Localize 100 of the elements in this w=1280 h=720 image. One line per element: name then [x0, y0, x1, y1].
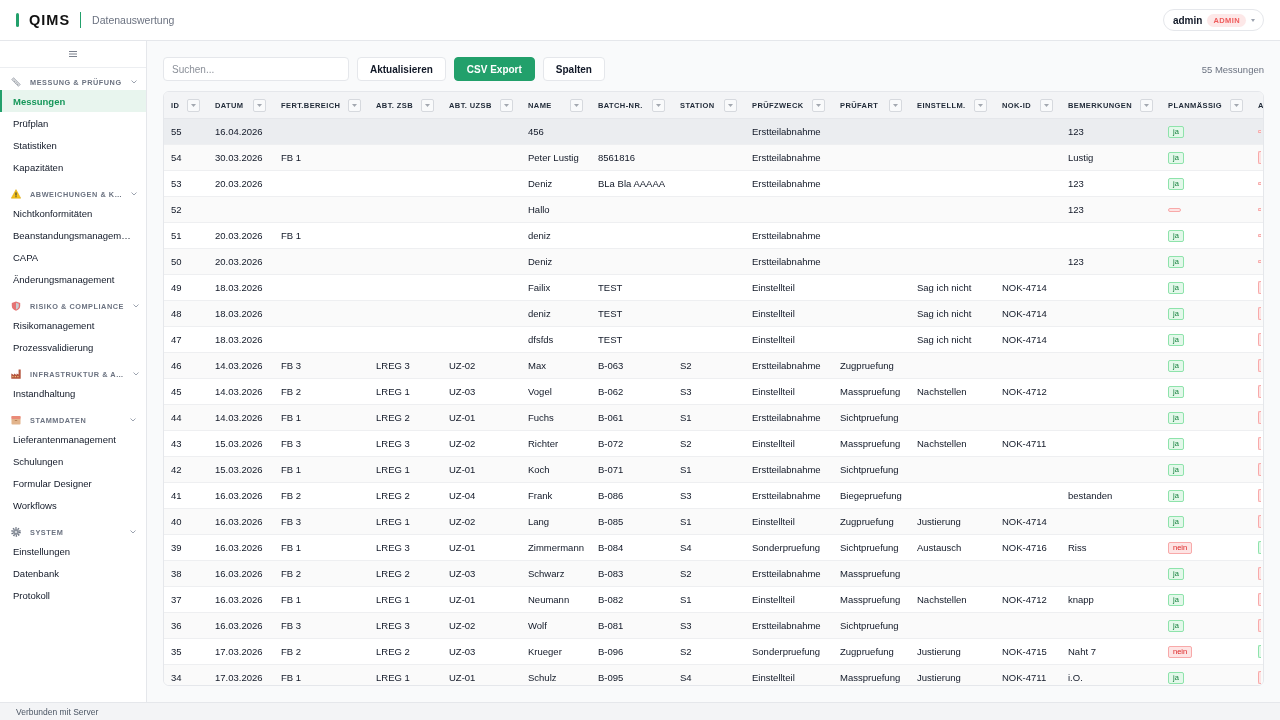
- table-cell: LREG 3: [376, 438, 410, 449]
- filter-button[interactable]: [974, 98, 987, 112]
- caret-down-icon: [1144, 103, 1149, 107]
- table-cell: 20.03.2026: [215, 230, 263, 241]
- table-cell: Neumann: [528, 594, 570, 605]
- app-logo: QIMS: [29, 12, 71, 28]
- nav-item[interactable]: Nichtkonformitäten: [0, 202, 146, 224]
- nav-item[interactable]: Einstellungen: [0, 540, 146, 562]
- warning-icon: [11, 189, 21, 199]
- table-cell: 37: [171, 594, 182, 605]
- table-cell: Masspruefung: [840, 594, 901, 605]
- table-cell: TEST: [598, 308, 623, 319]
- chevron-down-icon[interactable]: [131, 192, 138, 196]
- table-cell: Deniz: [528, 178, 553, 189]
- caret-down-icon: [1251, 18, 1255, 22]
- filter-button[interactable]: [1140, 98, 1153, 112]
- table-cell: FB 1: [281, 230, 302, 241]
- filter-button[interactable]: [187, 98, 200, 112]
- menu-button[interactable]: [69, 51, 77, 57]
- table-cell: 123: [1068, 126, 1084, 137]
- toolbar-button[interactable]: Spalten: [542, 57, 605, 81]
- table-cell: S2: [680, 438, 692, 449]
- chevron-down-icon[interactable]: [132, 304, 139, 308]
- nav-item[interactable]: Workflows: [0, 494, 146, 516]
- table-cell: S1: [680, 594, 692, 605]
- table-cell: UZ-03: [449, 646, 476, 657]
- nav-item[interactable]: Kapazitäten: [0, 156, 146, 178]
- table-cell: FB 2: [281, 490, 302, 501]
- table-cell: Justierung: [917, 516, 961, 527]
- table-cell: LREG 2: [376, 412, 410, 423]
- table-cell: Einstellteil: [752, 438, 795, 449]
- table-cell: FB 3: [281, 360, 302, 371]
- table-row[interactable]: 52 Hallo 123: [164, 197, 1263, 223]
- nav-item[interactable]: Risikomanagement: [0, 314, 146, 336]
- table-cell: 14.03.2026: [215, 386, 263, 397]
- filter-button[interactable]: [348, 98, 361, 112]
- nav-item[interactable]: Protokoll: [0, 584, 146, 606]
- nav-item[interactable]: Beanstandungsmanagem…: [0, 224, 146, 246]
- table-cell: NOK-4714: [1002, 308, 1047, 319]
- table-cell: Peter Lustig: [528, 152, 579, 163]
- nav-item[interactable]: Datenbank: [0, 562, 146, 584]
- filter-button[interactable]: [812, 98, 825, 112]
- record-count: 55 Messungen: [1201, 63, 1264, 75]
- chevron-down-icon[interactable]: [130, 80, 137, 84]
- table-cell: FB 1: [281, 464, 302, 475]
- table-cell: Erstteilabnahme: [752, 464, 821, 475]
- table-cell: Erstteilabnahme: [752, 620, 821, 631]
- nav-item[interactable]: Instandhaltung: [0, 382, 146, 404]
- caret-down-icon: [816, 103, 821, 107]
- filter-button[interactable]: [889, 98, 902, 112]
- nav-item[interactable]: Prüfplan: [0, 112, 146, 134]
- caret-down-icon: [728, 103, 733, 107]
- table-cell: Max: [528, 360, 546, 371]
- filter-button[interactable]: [724, 98, 737, 112]
- table-cell: Riss: [1068, 542, 1087, 553]
- table-cell: NOK-4711: [1002, 438, 1047, 449]
- table-cell: Vogel: [528, 386, 552, 397]
- table-cell: NOK-4714: [1002, 516, 1047, 527]
- nav-item[interactable]: Prozessvalidierung: [0, 336, 146, 358]
- table-cell: TEST: [598, 282, 623, 293]
- table-cell: LREG 1: [376, 464, 410, 475]
- table-cell: UZ-02: [449, 360, 476, 371]
- table-cell: Fuchs: [528, 412, 554, 423]
- search-field[interactable]: Suchen...: [163, 57, 349, 81]
- table-cell: Erstteilabnahme: [752, 360, 821, 371]
- table-cell: 53: [171, 178, 182, 189]
- nav-item[interactable]: CAPA: [0, 246, 146, 268]
- table-cell: 49: [171, 282, 182, 293]
- table-cell: 16.03.2026: [215, 620, 263, 631]
- filter-button[interactable]: [500, 98, 513, 112]
- nav-item[interactable]: Änderungsmanagement: [0, 268, 146, 290]
- table-cell: 16.03.2026: [215, 490, 263, 501]
- filter-button[interactable]: [253, 98, 266, 112]
- table-cell: LREG 2: [376, 646, 410, 657]
- filter-button[interactable]: [570, 98, 583, 112]
- filter-button[interactable]: [652, 98, 665, 112]
- filter-button[interactable]: [1040, 98, 1053, 112]
- filter-button[interactable]: [1230, 98, 1243, 112]
- table-cell: B-082: [598, 594, 624, 605]
- table-cell: B-096: [598, 646, 624, 657]
- table-cell: Lustig: [1068, 152, 1094, 163]
- table-cell: 16.03.2026: [215, 542, 263, 553]
- table-cell: Nachstellen: [917, 438, 967, 449]
- chevron-down-icon[interactable]: [132, 372, 139, 376]
- table-cell: Koch: [528, 464, 550, 475]
- table-cell: B-086: [598, 490, 624, 501]
- nav-item[interactable]: Statistiken: [0, 134, 146, 156]
- caret-down-icon: [1234, 103, 1239, 107]
- table-cell: 16.03.2026: [215, 594, 263, 605]
- table-cell: 30.03.2026: [215, 152, 263, 163]
- nav-item[interactable]: Lieferantenmanagement: [0, 428, 146, 450]
- nav-item[interactable]: Formular Designer: [0, 472, 146, 494]
- table-cell: 14.03.2026: [215, 412, 263, 423]
- chevron-down-icon[interactable]: [130, 530, 136, 534]
- toolbar-button[interactable]: Aktualisieren: [357, 57, 446, 81]
- table-cell: UZ-02: [449, 620, 476, 631]
- filter-button[interactable]: [421, 98, 434, 112]
- nav-item[interactable]: Schulungen: [0, 450, 146, 472]
- chevron-down-icon[interactable]: [130, 418, 136, 422]
- table-cell: Masspruefung: [840, 568, 901, 579]
